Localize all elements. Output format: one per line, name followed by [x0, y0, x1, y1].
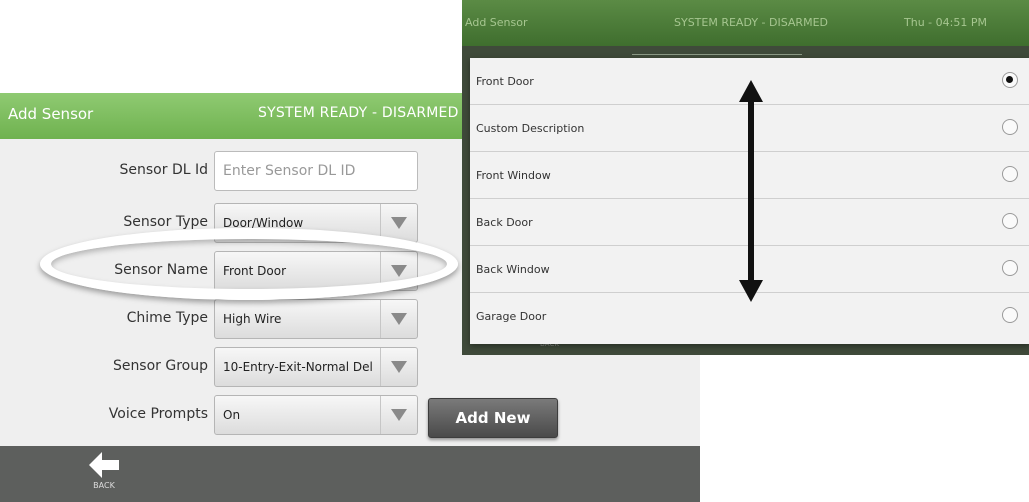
overlay-title: Add Sensor — [465, 16, 528, 29]
back-arrow-icon — [89, 452, 119, 478]
back-label: BACK — [93, 481, 115, 490]
add-new-button[interactable]: Add New — [428, 398, 558, 438]
radio-unselected-icon[interactable] — [1002, 213, 1018, 229]
highlight-ring-annotation — [40, 228, 458, 300]
chime-type-select[interactable]: High Wire — [214, 299, 418, 339]
voice-prompts-label: Voice Prompts — [108, 406, 208, 422]
sensor-dl-id-field — [214, 151, 418, 191]
sensor-group-value: 10-Entry-Exit-Normal Del — [223, 360, 373, 374]
radio-unselected-icon[interactable] — [1002, 166, 1018, 182]
sensor-dl-id-label: Sensor DL Id — [119, 162, 208, 178]
chime-type-label: Chime Type — [126, 310, 208, 326]
voice-prompts-row: Voice Prompts On — [0, 395, 700, 437]
radio-unselected-icon[interactable] — [1002, 307, 1018, 323]
sensor-type-label: Sensor Type — [123, 214, 208, 230]
option-label: Custom Description — [476, 122, 585, 135]
dropdown-arrow-icon — [380, 300, 417, 338]
option-label: Front Window — [476, 169, 551, 182]
sensor-dl-id-input[interactable] — [215, 152, 405, 190]
option-label: Front Door — [476, 75, 534, 88]
radio-selected-icon[interactable] — [1002, 72, 1018, 88]
back-button[interactable]: BACK — [84, 452, 124, 498]
dropdown-arrow-icon — [380, 348, 417, 386]
overlay-header-bar: Add Sensor SYSTEM READY - DISARMED Thu -… — [462, 0, 1029, 46]
sensor-group-select[interactable]: 10-Entry-Exit-Normal Del — [214, 347, 418, 387]
option-label: Back Window — [476, 263, 550, 276]
scroll-updown-arrow-icon — [739, 80, 763, 302]
voice-prompts-value: On — [223, 408, 241, 422]
overlay-clock: Thu - 04:51 PM — [904, 16, 987, 29]
chime-type-value: High Wire — [223, 312, 282, 326]
radio-unselected-icon[interactable] — [1002, 119, 1018, 135]
footer-bar: BACK — [0, 446, 700, 502]
dropdown-arrow-icon — [380, 396, 417, 434]
system-status: SYSTEM READY - DISARMED — [258, 105, 459, 121]
radio-unselected-icon[interactable] — [1002, 260, 1018, 276]
sensor-group-label: Sensor Group — [112, 358, 208, 374]
overlay-system-status: SYSTEM READY - DISARMED — [674, 16, 828, 29]
option-label: Back Door — [476, 216, 533, 229]
option-label: Garage Door — [476, 310, 547, 323]
page-title: Add Sensor — [8, 105, 94, 123]
voice-prompts-select[interactable]: On — [214, 395, 418, 435]
